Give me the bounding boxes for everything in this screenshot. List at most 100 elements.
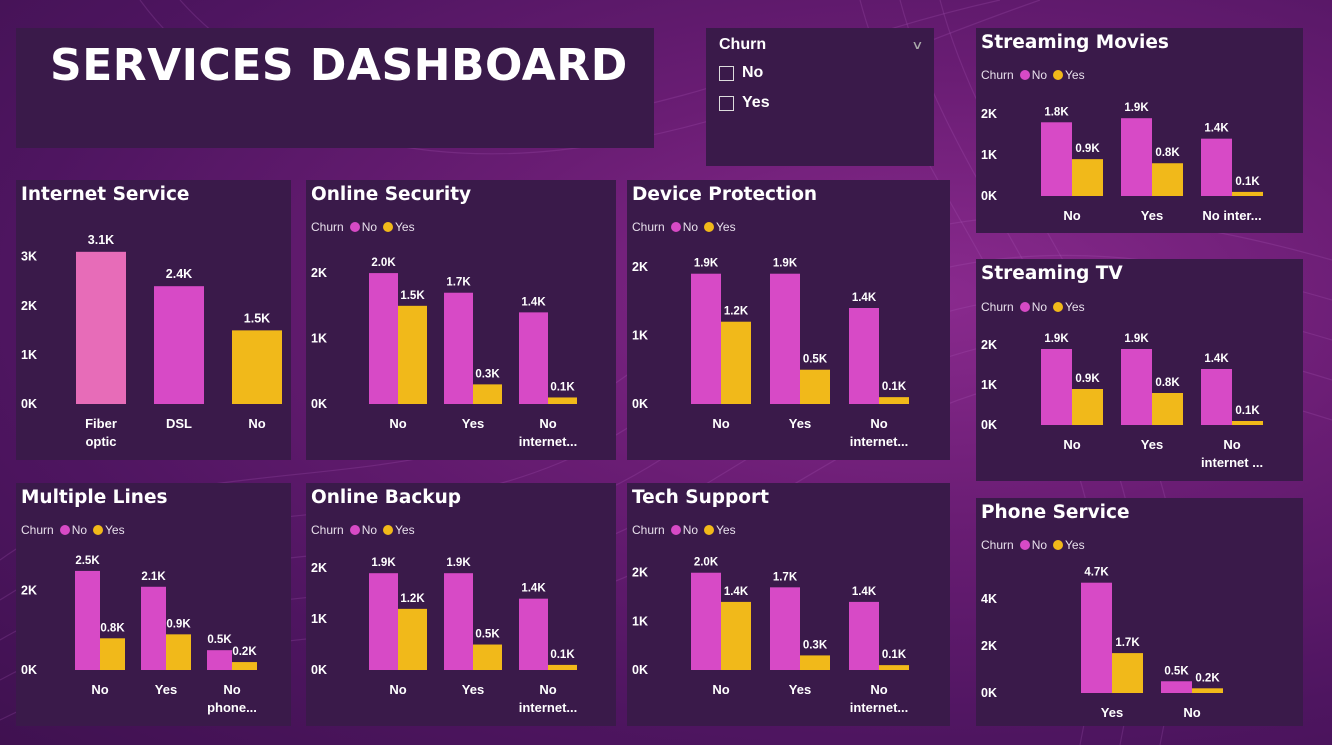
online-backup-chart: 0K 1K 2K 1.9K 1.2K No 1.9K 0.5K Yes 1.4K 0.1K No int…: [311, 557, 577, 715]
phone-service-chart: 0K 2K 4K 4.7K 1.7K Yes 0.5K 0.2K No: [981, 567, 1223, 720]
y-tick-label: 0K: [981, 418, 997, 432]
data-label: 1.9K: [1044, 333, 1069, 345]
y-tick-label: 1K: [311, 612, 327, 626]
x-tick-label: No: [248, 416, 265, 431]
data-label: 1.9K: [694, 258, 719, 270]
bar: [1152, 393, 1183, 425]
data-label: 0.8K: [1155, 147, 1180, 159]
y-tick-label: 1K: [21, 348, 37, 362]
bar: [1232, 191, 1263, 196]
x-tick-label: No: [539, 682, 556, 697]
x-tick-label: Yes: [462, 416, 484, 431]
bar: [1112, 653, 1143, 693]
bar: [369, 273, 398, 404]
tech-support-chart: 0K 1K 2K 2.0K 1.4K No 1.7K 0.3K Yes 1.4K 0.1K No int…: [632, 557, 909, 715]
bar: [473, 384, 502, 404]
y-tick-label: 1K: [311, 332, 327, 346]
checkbox-yes[interactable]: [719, 95, 734, 111]
x-tick-label: Yes: [462, 682, 484, 697]
bar: [721, 321, 751, 404]
x-tick-label: Yes: [155, 682, 177, 697]
data-label: 0.2K: [1195, 672, 1220, 684]
x-tick-label: No: [1063, 437, 1080, 452]
y-tick-label: 0K: [21, 663, 37, 677]
data-label: 1.4K: [852, 586, 877, 598]
bar: [548, 397, 577, 404]
x-tick-label: internet...: [850, 700, 909, 715]
bar: [1072, 159, 1103, 196]
slicer-option-label: Yes: [742, 94, 770, 111]
data-label: 1.4K: [521, 296, 546, 308]
data-label: 0.1K: [550, 381, 575, 393]
phone-service-card: Phone Service Churn No Yes 0K 2K 4K 4.7K 1.7…: [976, 498, 1303, 726]
data-label: 1.4K: [852, 292, 877, 304]
device-protection-chart: 0K 1K 2K 1.9K 1.2K No 1.9K 0.5K Yes 1.4K 0.1K No int…: [632, 258, 909, 449]
bar: [800, 655, 830, 670]
checkbox-no[interactable]: [719, 65, 734, 81]
bar: [232, 330, 282, 404]
bar: [75, 570, 100, 670]
streaming-tv-chart: 0K 1K 2K 1.9K 0.9K No 1.9K 0.8K Yes 1.4K 0.1K No int…: [981, 333, 1263, 470]
page-title: SERVICES DASHBOARD: [50, 40, 628, 91]
data-label: 2.1K: [141, 571, 166, 583]
bar: [100, 638, 125, 670]
x-tick-label: No: [712, 416, 729, 431]
bar: [398, 608, 427, 670]
y-tick-label: 3K: [21, 250, 37, 264]
x-tick-label: No: [712, 682, 729, 697]
y-tick-label: 1K: [981, 378, 997, 392]
x-tick-label: internet...: [519, 434, 578, 449]
multiple-lines-card: Multiple Lines Churn No Yes 0K 2K 2.5K 0.8K…: [16, 483, 291, 726]
x-tick-label: No: [1223, 437, 1240, 452]
x-tick-label: No: [91, 682, 108, 697]
y-tick-label: 2K: [311, 561, 327, 575]
x-tick-label: No: [870, 682, 887, 697]
data-label: 1.2K: [400, 593, 425, 605]
bar: [207, 650, 232, 670]
bar: [166, 634, 191, 670]
bar: [1232, 421, 1263, 425]
data-label: 0.5K: [803, 354, 828, 366]
x-tick-label: No: [1063, 208, 1080, 223]
y-tick-label: 2K: [632, 260, 648, 274]
data-label: 4.7K: [1084, 567, 1109, 579]
bar: [1152, 163, 1183, 196]
y-tick-label: 0K: [311, 663, 327, 677]
streaming-tv-card: Streaming TV Churn No Yes 0K 1K 2K 1.9K 0.9K…: [976, 259, 1303, 481]
bar: [800, 369, 830, 404]
y-tick-label: 2K: [981, 639, 997, 653]
bar: [1072, 389, 1103, 425]
data-label: 0.2K: [232, 646, 257, 658]
bar: [1121, 118, 1152, 196]
data-label: 1.7K: [446, 277, 471, 289]
y-tick-label: 1K: [981, 148, 997, 162]
y-tick-label: 2K: [632, 566, 648, 580]
data-label: 2.4K: [166, 267, 192, 281]
data-label: 1.5K: [244, 311, 270, 325]
data-label: 0.8K: [100, 622, 125, 634]
bar: [1201, 369, 1232, 425]
bar: [473, 644, 502, 670]
data-label: 0.9K: [166, 618, 191, 630]
data-label: 1.9K: [1124, 102, 1149, 114]
bar: [76, 251, 126, 404]
data-label: 0.8K: [1155, 377, 1180, 389]
data-label: 0.5K: [1164, 665, 1189, 677]
bar: [1041, 349, 1072, 425]
streaming-movies-chart: 0K 1K 2K 1.8K 0.9K No 1.9K 0.8K Yes 1.4K 0.1K No in…: [981, 102, 1263, 223]
x-tick-label: Yes: [1141, 208, 1163, 223]
data-label: 1.9K: [1124, 333, 1149, 345]
slicer-option-no[interactable]: No: [719, 64, 763, 82]
x-tick-label: Fiber: [85, 416, 117, 431]
y-tick-label: 1K: [632, 328, 648, 342]
x-tick-label: phone...: [207, 700, 257, 715]
slicer-option-yes[interactable]: Yes: [719, 94, 770, 112]
x-tick-label: No: [389, 682, 406, 697]
bar: [1192, 688, 1223, 693]
internet-service-card: Internet Service 0K 1K 2K 3K 3.1K Fiber optic 2…: [16, 180, 291, 460]
slicer-title: Churn: [719, 36, 767, 53]
data-label: 0.1K: [882, 381, 907, 393]
bar: [1081, 582, 1112, 693]
bar: [1161, 681, 1192, 693]
chevron-down-icon[interactable]: ∨: [911, 38, 923, 52]
